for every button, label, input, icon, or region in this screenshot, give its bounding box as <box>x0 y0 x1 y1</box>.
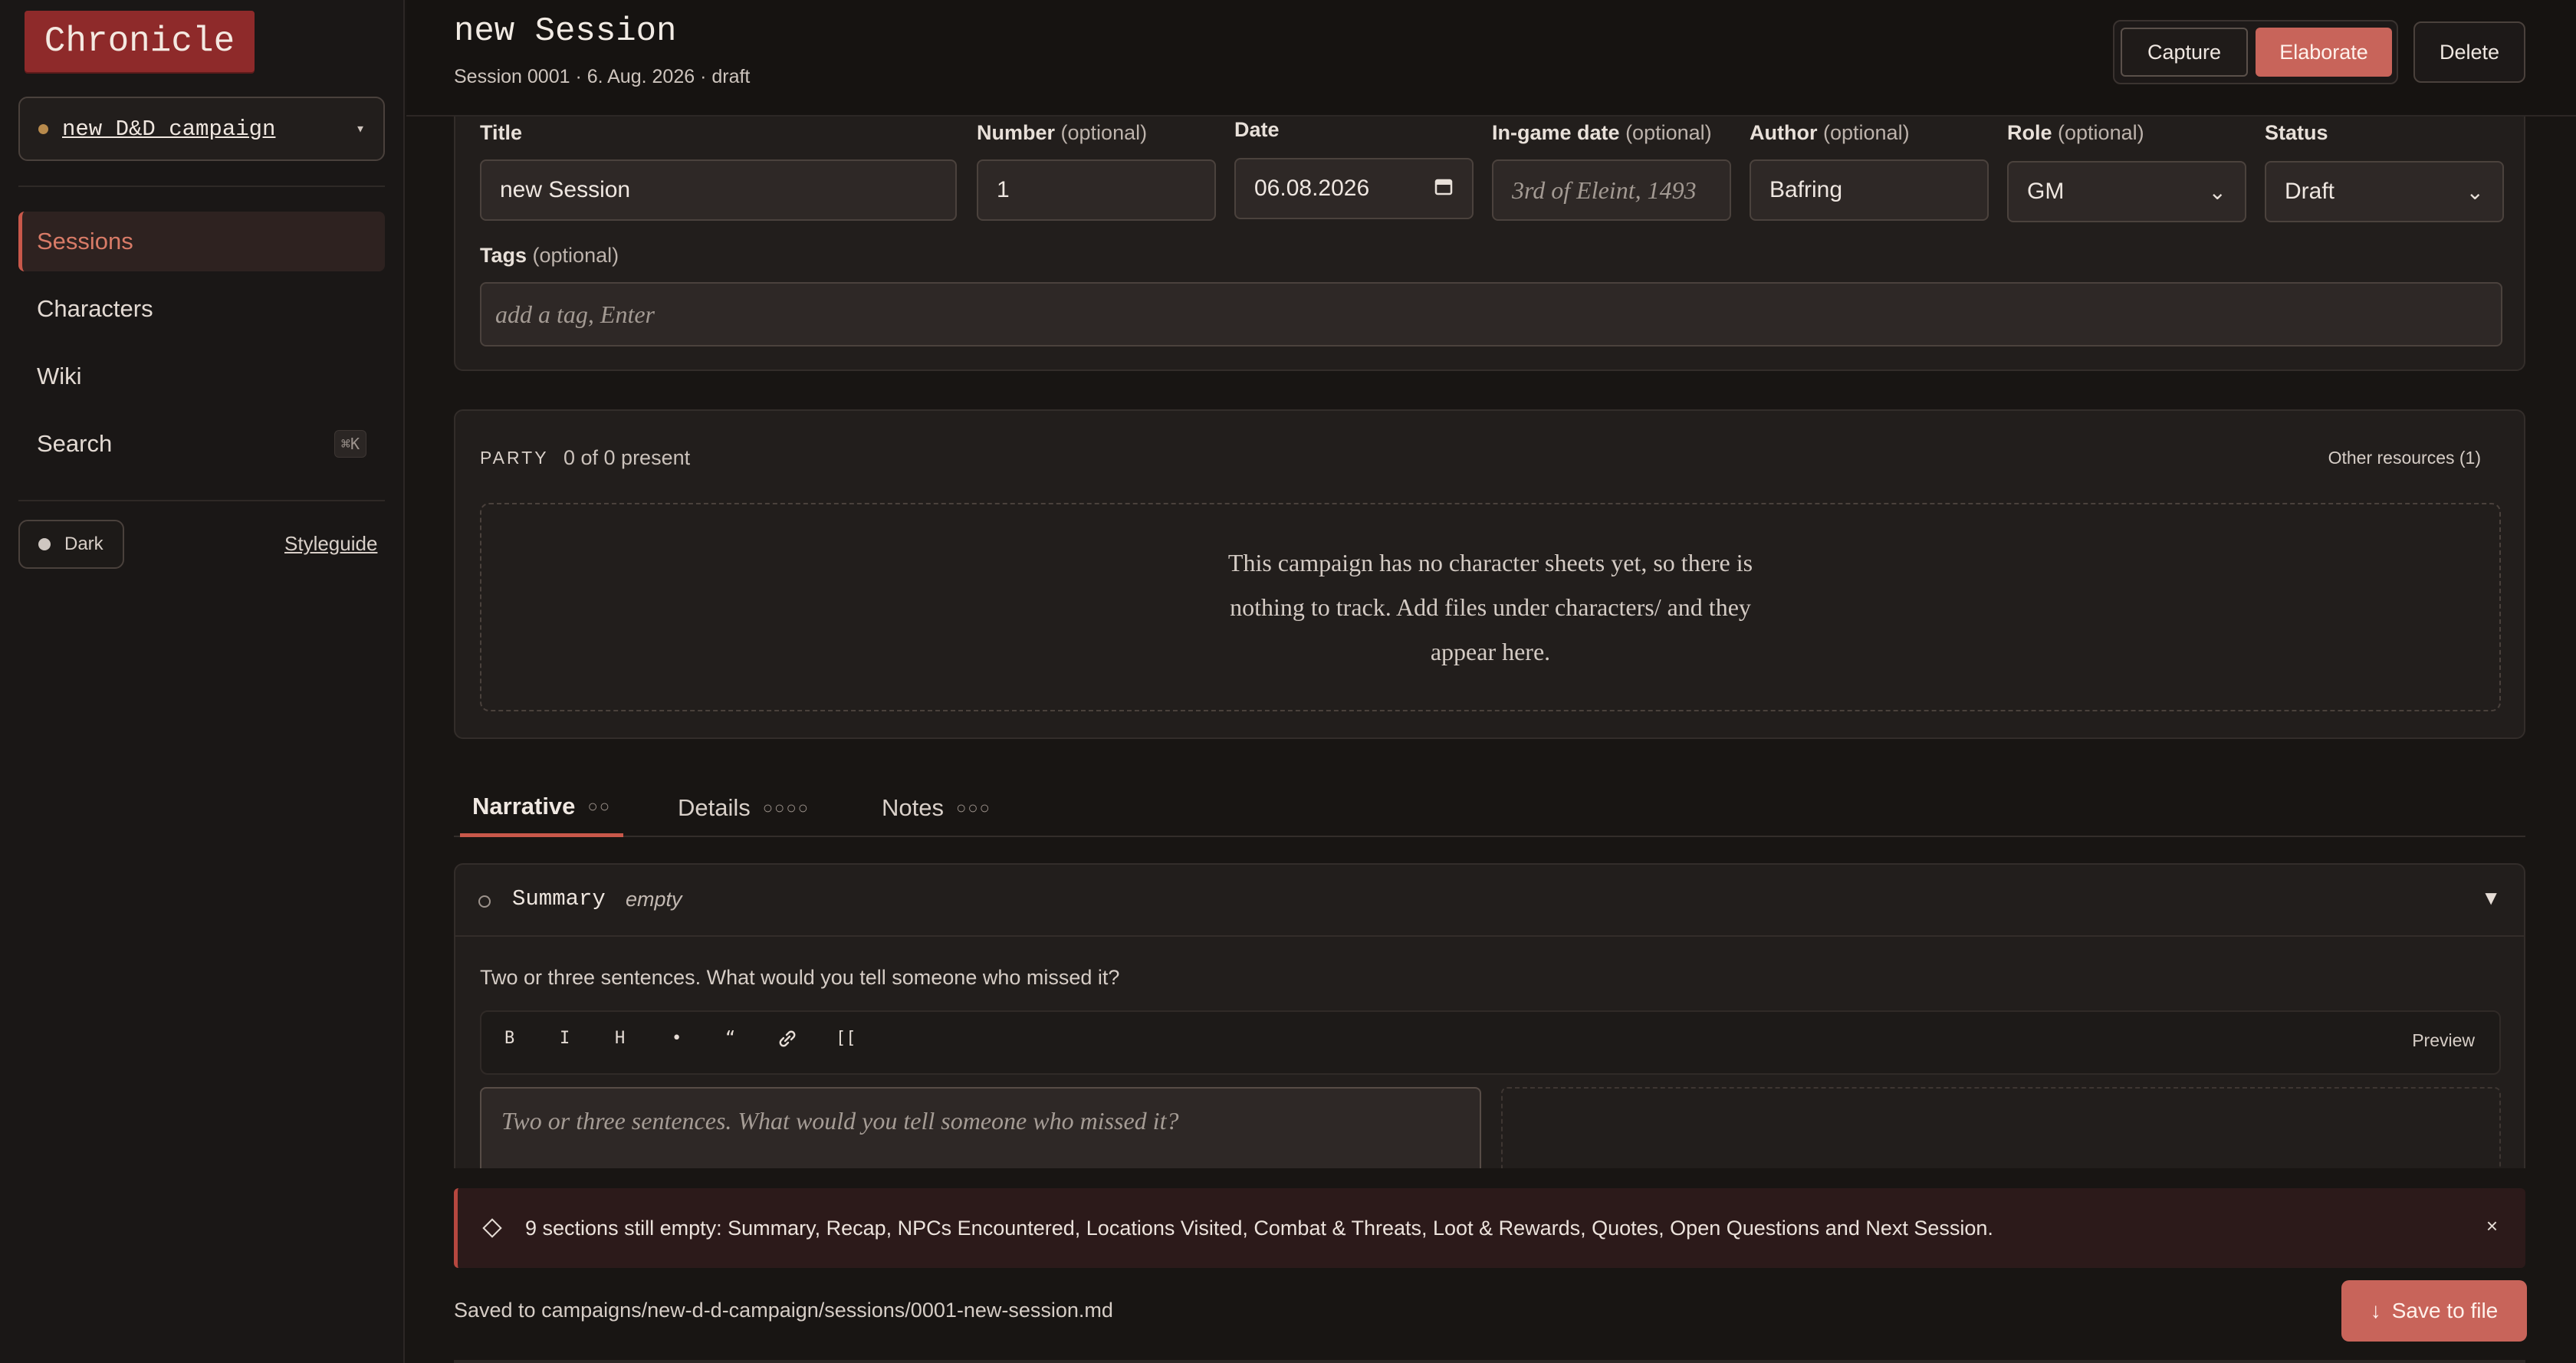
collapse-toggle-icon[interactable]: ▼ <box>2481 886 2501 910</box>
title-input[interactable]: new Session <box>480 159 957 221</box>
title-label: Title <box>480 121 523 144</box>
sidebar-item-label: Search <box>37 430 113 457</box>
number-label: Number (optional) <box>977 121 1148 144</box>
elaborate-button[interactable]: Elaborate <box>2256 28 2392 77</box>
page-subtitle: Session 0001 · 6. Aug. 2026 · draft <box>454 66 751 87</box>
tab-notes[interactable]: Notes ○○○ <box>869 779 1004 837</box>
status-label: Status <box>2265 121 2328 144</box>
role-select[interactable]: GM ⌄ <box>2007 161 2246 222</box>
tab-details[interactable]: Details ○○○○ <box>665 779 822 837</box>
quote-button[interactable]: “ <box>725 1029 735 1048</box>
action-button-group: Capture Elaborate <box>2113 20 2398 84</box>
styleguide-link[interactable]: Styleguide <box>284 532 377 556</box>
other-resources-button[interactable]: Other resources (1) <box>2328 448 2481 468</box>
sidebar-item-search[interactable]: Search ⌘K <box>18 414 385 474</box>
bottom-divider <box>454 1360 2525 1363</box>
tab-label: Notes <box>882 794 944 821</box>
ingame-date-label: In-game date (optional) <box>1492 121 1712 144</box>
preview-button[interactable]: Preview <box>2412 1030 2475 1051</box>
session-metadata-card: Title new Session Number (optional) 1 Da… <box>454 92 2525 371</box>
status-select[interactable]: Draft ⌄ <box>2265 161 2504 222</box>
chevron-down-icon: ⌄ <box>2466 179 2484 204</box>
page-header: new Session Session 0001 · 6. Aug. 2026 … <box>406 0 2576 117</box>
status-value: Draft <box>2285 179 2335 204</box>
completion-dots: ○○ <box>587 796 611 816</box>
completion-dots: ○○○○ <box>762 798 810 817</box>
date-input[interactable]: 06.08.2026 <box>1234 158 1474 219</box>
campaign-name: new D&D campaign <box>62 116 276 142</box>
tab-narrative[interactable]: Narrative ○○ <box>460 779 623 837</box>
chevron-down-icon: ▾ <box>355 121 365 139</box>
section-status: empty <box>626 888 682 911</box>
bullet-list-button[interactable]: • <box>672 1029 682 1048</box>
sidebar-item-label: Sessions <box>37 228 133 255</box>
sidebar-item-sessions[interactable]: Sessions <box>18 212 385 271</box>
saved-path-status: Saved to campaigns/new-d-d-campaign/sess… <box>454 1299 1113 1322</box>
campaign-selector[interactable]: new D&D campaign ▾ <box>18 97 385 161</box>
bold-button[interactable]: B <box>504 1029 514 1048</box>
sidebar-item-label: Wiki <box>37 363 82 389</box>
theme-toggle-button[interactable]: Dark <box>18 520 124 569</box>
arrow-down-icon: ↓ <box>2370 1299 2381 1322</box>
delete-button[interactable]: Delete <box>2413 21 2525 83</box>
link-icon[interactable] <box>776 1027 799 1055</box>
italic-button[interactable]: I <box>560 1029 570 1048</box>
role-value: GM <box>2027 179 2065 204</box>
editor-toolbar: B I H • “ [[ Preview <box>480 1010 2501 1075</box>
party-card: PARTY 0 of 0 present Other resources (1)… <box>454 409 2525 739</box>
sidebar: Chronicle new D&D campaign ▾ Sessions Ch… <box>0 0 405 1363</box>
author-label: Author (optional) <box>1750 121 1910 144</box>
ingame-date-input[interactable]: 3rd of Eleint, 1493 <box>1492 159 1731 221</box>
tags-label: Tags (optional) <box>480 244 619 267</box>
tags-input[interactable]: add a tag, Enter <box>480 282 2502 346</box>
sidebar-divider <box>18 186 385 187</box>
sidebar-item-characters[interactable]: Characters <box>18 279 385 339</box>
sidebar-item-wiki[interactable]: Wiki <box>18 346 385 406</box>
save-button-label: Save to file <box>2391 1299 2499 1322</box>
calendar-icon[interactable] <box>1434 176 1454 202</box>
app-logo[interactable]: Chronicle <box>25 11 255 72</box>
number-input[interactable]: 1 <box>977 159 1216 221</box>
heading-button[interactable]: H <box>615 1029 625 1048</box>
party-empty-text: This campaign has no character sheets ye… <box>1227 549 1753 665</box>
warning-text: 9 sections still empty: Summary, Recap, … <box>525 1216 1993 1240</box>
keyboard-shortcut-badge: ⌘K <box>334 430 366 458</box>
section-title: Summary <box>512 886 606 911</box>
wikilink-button[interactable]: [[ <box>836 1029 856 1048</box>
summary-section-header[interactable]: Summary empty ▼ <box>455 865 2524 937</box>
author-input[interactable]: Bafring <box>1750 159 1989 221</box>
theme-dot-icon <box>38 538 51 550</box>
section-prompt: Two or three sentences. What would you t… <box>480 966 1120 989</box>
role-label: Role (optional) <box>2007 121 2144 144</box>
save-to-file-button[interactable]: ↓ Save to file <box>2341 1280 2527 1342</box>
capture-button[interactable]: Capture <box>2121 28 2248 77</box>
campaign-status-dot <box>38 123 48 134</box>
sidebar-divider <box>18 500 385 501</box>
section-tabs: Narrative ○○ Details ○○○○ Notes ○○○ <box>454 779 2525 837</box>
diamond-icon <box>482 1218 502 1238</box>
party-count: 0 of 0 present <box>564 446 691 469</box>
completion-dots: ○○○ <box>955 798 991 817</box>
date-label: Date <box>1234 118 1280 141</box>
party-empty-state: This campaign has no character sheets ye… <box>480 503 2501 711</box>
tab-label: Details <box>678 794 751 821</box>
empty-status-icon <box>478 895 491 908</box>
empty-sections-warning: 9 sections still empty: Summary, Recap, … <box>454 1188 2525 1268</box>
page-title: new Session <box>454 12 677 51</box>
date-value: 06.08.2026 <box>1254 176 1370 201</box>
chevron-down-icon: ⌄ <box>2208 179 2226 204</box>
party-heading: PARTY <box>480 448 549 468</box>
sidebar-item-label: Characters <box>37 295 153 322</box>
theme-toggle-label: Dark <box>64 534 104 554</box>
tab-label: Narrative <box>472 792 576 819</box>
close-icon[interactable]: × <box>2486 1214 2498 1238</box>
